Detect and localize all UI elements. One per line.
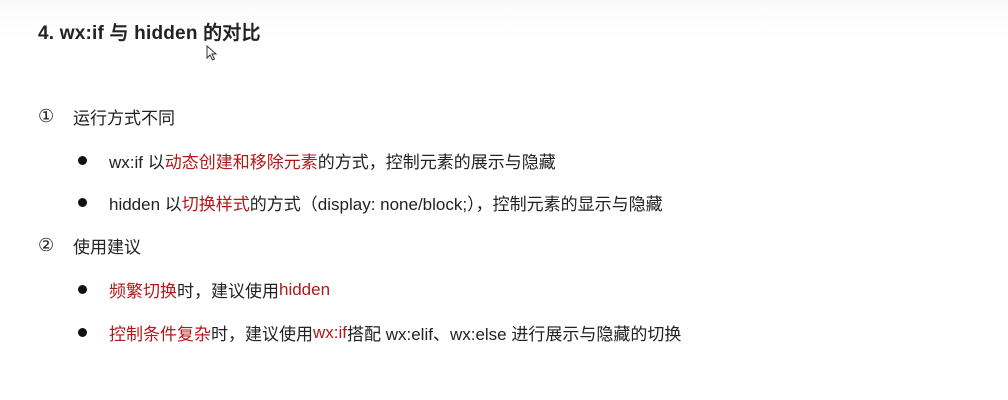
section-2-bullet-2: 控制条件复杂 时，建议使用 wx:if 搭配 wx:elif、wx:else 进… <box>78 320 681 345</box>
page-title: 4. wx:if 与 hidden 的对比 <box>38 23 261 44</box>
bullet-dot-icon <box>78 198 87 207</box>
section-2-title: 使用建议 <box>73 238 141 257</box>
bullet-highlight: wx:if <box>313 322 347 342</box>
mouse-pointer-icon <box>206 45 218 61</box>
bullet-dot-icon <box>78 328 87 337</box>
bullet-text: hidden 以 <box>109 195 182 214</box>
bullet-text: 的方式，控制元素的展示与隐藏 <box>317 153 556 172</box>
bullet-text: 时，建议使用 <box>177 282 279 301</box>
section-1-bullet-2: hidden 以 切换样式 的方式（display: none/block;），… <box>78 190 663 215</box>
slide: 4. wx:if 与 hidden 的对比 ① 运行方式不同 wx:if 以 动… <box>0 0 1008 400</box>
bullet-dot-icon <box>78 285 87 294</box>
section-1-number: ① <box>38 106 55 126</box>
bullet-highlight: 动态创建和移除元素 <box>164 153 318 172</box>
section-2-bullet-1: 频繁切换 时，建议使用 hidden <box>78 277 330 302</box>
section-1-heading: ① 运行方式不同 <box>38 104 175 129</box>
bullet-text: 的方式（display: none/block;），控制元素的显示与隐藏 <box>249 195 663 214</box>
bullet-highlight: 控制条件复杂 <box>109 325 211 344</box>
bullet-text: 搭配 wx:elif、wx:else 进行展示与隐藏的切换 <box>347 325 682 344</box>
bullet-dot-icon <box>78 156 87 165</box>
section-1-bullet-1: wx:if 以 动态创建和移除元素 的方式，控制元素的展示与隐藏 <box>78 148 556 173</box>
section-1-title: 运行方式不同 <box>73 109 175 128</box>
bullet-highlight: 频繁切换 <box>109 282 177 301</box>
bullet-highlight: 切换样式 <box>181 195 250 214</box>
bullet-highlight: hidden <box>279 279 331 299</box>
bullet-text: 时，建议使用 <box>211 325 313 344</box>
section-2-heading: ② 使用建议 <box>38 233 141 258</box>
section-2-number: ② <box>38 235 55 255</box>
bullet-text: wx:if 以 <box>109 153 165 172</box>
